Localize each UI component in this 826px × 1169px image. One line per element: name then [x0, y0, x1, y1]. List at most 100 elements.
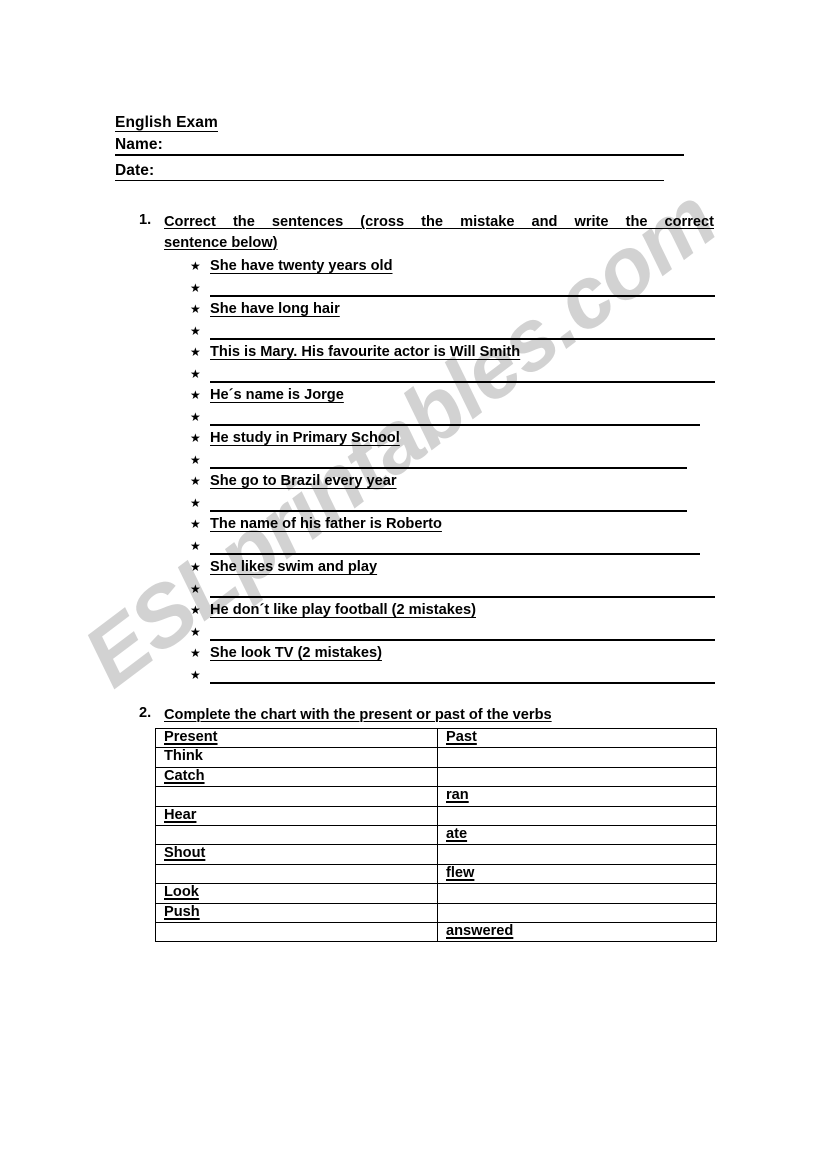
- table-row: Hear: [155, 805, 717, 826]
- star-bullet-icon: ★: [190, 431, 201, 445]
- cell-present[interactable]: [155, 863, 438, 885]
- star-bullet-icon: ★: [190, 603, 201, 617]
- cell-present: Catch: [155, 766, 438, 788]
- sentence-row: ★ She likes swim and play: [190, 558, 715, 580]
- past-verb: answered: [446, 922, 514, 939]
- answer-write-line[interactable]: [210, 595, 715, 598]
- cell-present[interactable]: [155, 786, 438, 807]
- sentence-row: ★ He´s name is Jorge: [190, 386, 715, 408]
- answer-write-line[interactable]: [210, 681, 715, 684]
- sentence-text: The name of his father is Roberto: [210, 516, 442, 532]
- sentence-row: ★ He study in Primary School: [190, 429, 715, 451]
- sentence-text: She have twenty years old: [210, 258, 393, 274]
- exercise-1: 1. Correct the sentences (cross the mist…: [139, 212, 714, 253]
- exercise-2-heading: 2. Complete the chart with the present o…: [139, 705, 719, 725]
- star-bullet-icon: ★: [190, 538, 201, 553]
- sentence-row: ★ This is Mary. His favourite actor is Wi…: [190, 343, 715, 365]
- table-row: flew: [155, 863, 717, 885]
- answer-write-line[interactable]: [210, 638, 715, 641]
- sentence-text: She go to Brazil every year: [210, 473, 397, 489]
- exercise-2-instruction: Complete the chart with the present or p…: [164, 707, 552, 723]
- date-field-row: Date:: [115, 162, 755, 184]
- table-row: answered: [155, 921, 717, 943]
- table-row: Push: [155, 902, 717, 923]
- answer-write-line[interactable]: [210, 552, 700, 555]
- exercise-1-instruction-line-2: sentence below): [164, 234, 278, 251]
- answer-write-line[interactable]: [210, 380, 715, 383]
- sentence-row: ★ The name of his father is Roberto: [190, 515, 715, 537]
- sentence-text: This is Mary. His favourite actor is Wil…: [210, 344, 521, 360]
- verb-tense-table: Present Past Think Catch ran Hear ate Shout fl…: [155, 727, 717, 943]
- cell-past[interactable]: [437, 747, 717, 768]
- sentence-text: He´s name is Jorge: [210, 387, 344, 403]
- date-write-line[interactable]: [115, 180, 664, 181]
- cell-present: Hear: [155, 805, 438, 826]
- past-verb: ate: [446, 825, 468, 842]
- star-bullet-icon: ★: [190, 388, 201, 402]
- table-row: Look: [155, 883, 717, 904]
- answer-line-row: ★: [190, 494, 715, 516]
- name-field-row: Name:: [115, 136, 755, 158]
- verb-table-header-row: Present Past: [155, 727, 717, 749]
- exercise-1-instruction-line-1: Correct the sentences (cross the mistake…: [164, 214, 714, 230]
- sentence-row: ★ She have twenty years old: [190, 257, 715, 279]
- answer-line-row: ★: [190, 408, 715, 430]
- star-bullet-icon: ★: [190, 366, 201, 381]
- cell-past[interactable]: [437, 844, 717, 865]
- star-bullet-icon: ★: [190, 474, 201, 488]
- exercise-1-heading: 1. Correct the sentences (cross the mist…: [139, 212, 714, 253]
- cell-past[interactable]: [437, 766, 717, 788]
- star-bullet-icon: ★: [190, 667, 201, 682]
- page-title: English Exam: [115, 114, 218, 132]
- table-row: ate: [155, 824, 717, 846]
- cell-past[interactable]: [437, 883, 717, 904]
- answer-write-line[interactable]: [210, 337, 715, 340]
- present-verb: Catch: [164, 767, 205, 784]
- cell-past: flew: [437, 863, 717, 885]
- present-verb: Think: [164, 748, 203, 765]
- present-verb: Shout: [164, 845, 206, 862]
- cell-present: Think: [155, 747, 438, 768]
- sentence-text: He study in Primary School: [210, 430, 400, 446]
- sentence-text: She look TV (2 mistakes): [210, 645, 382, 661]
- past-verb: flew: [446, 864, 475, 881]
- star-bullet-icon: ★: [190, 259, 201, 273]
- sentence-text: She likes swim and play: [210, 559, 378, 575]
- answer-line-row: ★: [190, 537, 715, 559]
- past-verb: ran: [446, 787, 469, 804]
- answer-write-line[interactable]: [210, 466, 687, 469]
- star-bullet-icon: ★: [190, 517, 201, 531]
- table-row: Shout: [155, 844, 717, 865]
- name-label: Name:: [115, 136, 163, 153]
- answer-line-row: ★: [190, 365, 715, 387]
- name-write-line[interactable]: [115, 154, 684, 156]
- cell-past[interactable]: [437, 805, 717, 826]
- column-header-present: Present: [155, 727, 438, 749]
- cell-past: ran: [437, 786, 717, 807]
- exercise-1-instruction: Correct the sentences (cross the mistake…: [164, 212, 714, 253]
- answer-line-row: ★: [190, 279, 715, 301]
- sentence-text: He don´t like play football (2 mistakes): [210, 602, 476, 618]
- answer-line-row: ★: [190, 580, 715, 602]
- answer-write-line[interactable]: [210, 509, 687, 512]
- star-bullet-icon: ★: [190, 624, 201, 639]
- cell-past[interactable]: [437, 902, 717, 923]
- table-row: Think: [155, 747, 717, 768]
- verb-table-body: Think Catch ran Hear ate Shout flew Look Push ans…: [155, 747, 717, 943]
- cell-present[interactable]: [155, 921, 438, 943]
- exercise-2-number: 2.: [139, 705, 152, 721]
- sentence-row: ★ She have long hair: [190, 300, 715, 322]
- exercise-1-sentence-list: ★ She have twenty years old ★ ★ She have lon…: [190, 257, 715, 687]
- date-label: Date:: [115, 162, 155, 179]
- star-bullet-icon: ★: [190, 495, 201, 510]
- answer-write-line[interactable]: [210, 294, 715, 297]
- cell-present: Look: [155, 883, 438, 904]
- cell-past: ate: [437, 824, 717, 846]
- cell-present[interactable]: [155, 824, 438, 846]
- exercise-2: 2. Complete the chart with the present o…: [139, 705, 719, 725]
- star-bullet-icon: ★: [190, 560, 201, 574]
- sentence-text: She have long hair: [210, 301, 340, 317]
- answer-write-line[interactable]: [210, 423, 700, 426]
- star-bullet-icon: ★: [190, 345, 201, 359]
- table-row: ran: [155, 786, 717, 807]
